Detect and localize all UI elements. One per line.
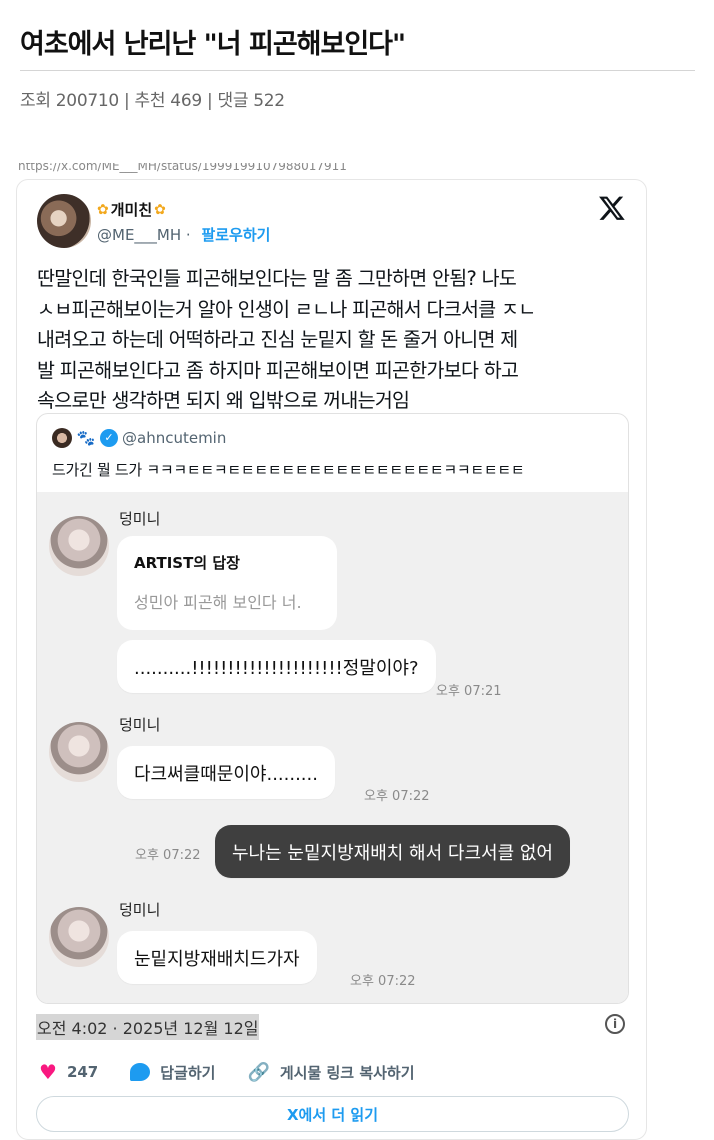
reply-bubble-icon bbox=[130, 1063, 151, 1081]
embed-url-fragment: https://x.com/ME___MH/status/19991991079… bbox=[18, 163, 347, 173]
copy-link-label: 게시물 링크 복사하기 bbox=[279, 1063, 415, 1082]
quote-text: 드가긴 뭘 드가 ㅋㅋㅋㅌㅌㅋㅌㅌㅌㅌㅌㅌㅌㅌㅌㅌㅌㅌㅌㅌㅌㅌㅋㅋㅌㅌㅌㅌ bbox=[52, 461, 525, 479]
chat-timestamp: 오후 07:22 bbox=[135, 848, 201, 863]
quoted-tweet[interactable]: 🐾 ✓ @ahncutemin 드가긴 뭘 드가 ㅋㅋㅋㅌㅌㅋㅌㅌㅌㅌㅌㅌㅌㅌㅌ… bbox=[36, 413, 629, 1004]
chat-avatar bbox=[49, 722, 109, 782]
author-name-line[interactable]: ✿ 개미친 ✿ bbox=[97, 199, 166, 220]
tweet-text-line: ㅅㅂ피곤해보이는거 알아 인생이 ㄹㄴ나 피곤해서 다크서클 ㅈㄴ bbox=[37, 297, 536, 321]
chat-timestamp: 오후 07:22 bbox=[350, 974, 416, 989]
quote-avatar bbox=[52, 428, 72, 448]
tweet-text-line: 딴말인데 한국인들 피곤해보인다는 말 좀 그만하면 안됨? 나도 bbox=[37, 267, 517, 290]
like-count: 247 bbox=[66, 1063, 99, 1081]
artist-reply-card: ARTIST의 답장 성민아 피곤해 보인다 너. bbox=[117, 536, 337, 630]
info-icon[interactable]: i bbox=[605, 1014, 625, 1034]
reply-button[interactable]: 답글하기 bbox=[130, 1062, 215, 1083]
artist-reply-title: ARTIST의 답장 bbox=[134, 554, 240, 572]
heart-icon: ♥ bbox=[39, 1060, 57, 1084]
chat-bubble-received: ..........!!!!!!!!!!!!!!!!!!!!!정말이야? bbox=[117, 640, 436, 693]
author-display-name[interactable]: 개미친 bbox=[111, 199, 152, 220]
chat-timestamp: 오후 07:22 bbox=[364, 789, 430, 804]
reply-label: 답글하기 bbox=[160, 1063, 216, 1082]
author-handle[interactable]: @ME___MH bbox=[97, 226, 181, 244]
read-more-button[interactable]: X에서 더 읽기 bbox=[36, 1096, 629, 1132]
chat-avatar bbox=[49, 907, 109, 967]
title-divider bbox=[20, 70, 695, 71]
post-meta: 조회 200710 | 추천 469 | 댓글 522 bbox=[20, 91, 285, 111]
chat-timestamp: 오후 07:21 bbox=[436, 684, 502, 699]
x-logo-icon[interactable] bbox=[598, 194, 626, 222]
tweet-embed: ✿ 개미친 ✿ @ME___MH · 팔로우하기 딴말인데 한국인들 피곤해보인… bbox=[16, 179, 647, 1140]
chat-bubble-received: 다크써클때문이야......... bbox=[117, 746, 335, 799]
author-handle-line: @ME___MH · 팔로우하기 bbox=[97, 226, 271, 244]
link-icon: 🔗 bbox=[247, 1061, 270, 1083]
chat-bubble-received: 눈밑지방재배치드가자 bbox=[117, 931, 317, 984]
tweet-text-line: 속으로만 생각하면 되지 왜 입밖으로 꺼내는거임 bbox=[37, 389, 410, 412]
author-avatar[interactable] bbox=[37, 194, 91, 248]
chat-sender-name: 덩미니 bbox=[119, 901, 161, 919]
verified-badge-icon: ✓ bbox=[100, 429, 118, 447]
tweet-text-line: 발 피곤해보인다고 좀 하지마 피곤해보이면 피곤한가보다 하고 bbox=[37, 358, 519, 382]
artist-reply-quote: 성민아 피곤해 보인다 너. bbox=[134, 593, 302, 612]
copy-link-button[interactable]: 🔗 게시물 링크 복사하기 bbox=[247, 1062, 414, 1083]
tweet-actions: ♥ 247 답글하기 🔗 게시물 링크 복사하기 bbox=[39, 1060, 447, 1084]
post-title: 여초에서 난리난 "너 피곤해보인다" bbox=[20, 29, 406, 60]
chat-avatar bbox=[49, 516, 109, 576]
chat-sender-name: 덩미니 bbox=[119, 716, 161, 734]
paw-icon: 🐾 bbox=[76, 429, 96, 447]
flower-icon: ✿ bbox=[97, 201, 109, 218]
flower-icon: ✿ bbox=[154, 201, 166, 218]
quote-handle: @ahncutemin bbox=[122, 429, 227, 447]
chat-sender-name: 덩미니 bbox=[119, 510, 161, 528]
tweet-text: 딴말인데 한국인들 피곤해보인다는 말 좀 그만하면 안됨? 나도 ㅅㅂ피곤해보… bbox=[37, 264, 637, 417]
quote-header: 🐾 ✓ @ahncutemin bbox=[52, 428, 226, 448]
tweet-text-line: 내려오고 하는데 어떡하라고 진심 눈밑지 할 돈 줄거 아니면 제 bbox=[37, 328, 518, 351]
chat-bubble-sent: 누나는 눈밑지방재배치 해서 다크서클 없어 bbox=[215, 825, 570, 878]
like-button[interactable]: ♥ 247 bbox=[39, 1060, 98, 1084]
tweet-date[interactable]: 오전 4:02 · 2025년 12월 12일 bbox=[36, 1014, 260, 1040]
chat-screenshot: 덩미니 ARTIST의 답장 성민아 피곤해 보인다 너. ..........… bbox=[37, 492, 628, 1003]
follow-button[interactable]: 팔로우하기 bbox=[201, 226, 270, 244]
